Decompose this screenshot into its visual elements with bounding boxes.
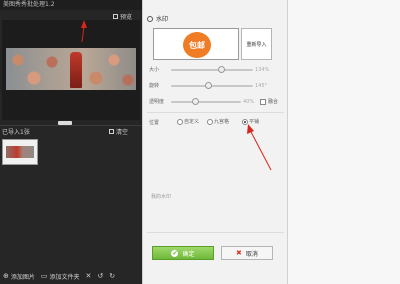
position-tile-label: 平铺 <box>249 119 260 125</box>
position-grid-label: 九宫格 <box>214 119 230 125</box>
cancel-label: 取消 <box>245 250 258 258</box>
position-grid-radio[interactable]: 九宫格 <box>207 118 229 125</box>
divider <box>147 112 284 113</box>
rotate-right-icon[interactable]: ↻ <box>109 272 115 280</box>
reimport-button[interactable]: 重新导入 <box>241 28 272 60</box>
add-image-label: 添加图片 <box>10 273 35 281</box>
divider <box>147 232 284 233</box>
thumbnail-image <box>6 146 34 158</box>
rotate-slider[interactable] <box>171 82 253 89</box>
radio-button-icon <box>177 118 183 125</box>
add-icon: ⊕ <box>3 272 9 280</box>
rotate-slider-thumb[interactable] <box>205 82 213 89</box>
bottom-toolbar: ⊕ 添加图片 ▭ 添加文件夹 ✕ ↺ ↻ <box>0 270 142 282</box>
close-icon[interactable]: ✕ <box>86 272 92 280</box>
ok-button[interactable]: ✔ 确定 <box>152 246 214 260</box>
opacity-slider-thumb[interactable] <box>192 98 199 105</box>
size-slider-thumb[interactable] <box>218 66 226 73</box>
clear-label: 清空 <box>115 129 128 136</box>
divider <box>0 125 142 126</box>
watermark-preview: 包邮 <box>153 28 239 60</box>
cancel-button[interactable]: ✖ 取消 <box>221 246 273 260</box>
position-tile-radio[interactable]: 平铺 <box>242 118 259 125</box>
position-custom-label: 自定义 <box>184 119 200 125</box>
clear-button[interactable]: 清空 <box>108 127 128 136</box>
opacity-label: 透明度 <box>149 99 165 105</box>
position-label: 位置 <box>149 120 160 126</box>
image-thumbnail[interactable] <box>2 139 38 165</box>
annotation-arrow-icon <box>247 124 272 171</box>
rotate-value: 145° <box>255 83 268 89</box>
size-slider[interactable] <box>171 66 253 73</box>
annotation-arrow-icon <box>81 20 87 43</box>
blend-checkbox[interactable] <box>260 99 266 105</box>
rotate-slider-row: 旋转 145° <box>149 82 284 90</box>
watermark-panel: 水印 包邮 重新导入 大小 134% 旋转 145° 透明度 40% 融合 位置… <box>142 0 287 284</box>
size-slider-row: 大小 134% <box>149 66 284 74</box>
watermark-icon <box>147 15 153 22</box>
trash-icon <box>108 129 114 134</box>
check-icon: ✔ <box>171 249 179 257</box>
imported-count: 已导入1张 <box>2 129 30 136</box>
panel-header: 水印 <box>147 14 168 23</box>
folder-icon: ▭ <box>40 272 48 280</box>
position-custom-radio[interactable]: 自定义 <box>177 118 199 125</box>
panel-title: 水印 <box>156 16 169 23</box>
preview-pane: 美图秀秀批处理1.2 预览 已导入1张 清空 ⊕ 添加图片 ▭ 添加文件夹 ✕ … <box>0 0 142 284</box>
opacity-slider[interactable] <box>171 98 241 105</box>
ok-label: 确定 <box>182 250 195 258</box>
blank-area <box>287 0 400 284</box>
watermark-description: 我的水印 <box>151 194 172 200</box>
add-folder-button[interactable]: ▭ 添加文件夹 <box>41 272 80 281</box>
size-label: 大小 <box>149 67 160 73</box>
rotate-left-icon[interactable]: ↺ <box>97 272 103 280</box>
close-icon: ✖ <box>236 249 242 257</box>
radio-button-icon <box>207 118 213 125</box>
size-value: 134% <box>255 67 270 73</box>
radio-button-selected-icon <box>242 118 248 125</box>
add-image-button[interactable]: ⊕ 添加图片 <box>3 272 35 281</box>
rotate-label: 旋转 <box>149 83 160 89</box>
opacity-value: 40% <box>243 99 255 105</box>
blend-label: 融合 <box>268 99 279 105</box>
watermark-badge: 包邮 <box>183 32 211 58</box>
app-window: 美图秀秀批处理1.2 预览 已导入1张 清空 ⊕ 添加图片 ▭ 添加文件夹 ✕ … <box>0 0 400 284</box>
add-folder-label: 添加文件夹 <box>49 273 80 281</box>
